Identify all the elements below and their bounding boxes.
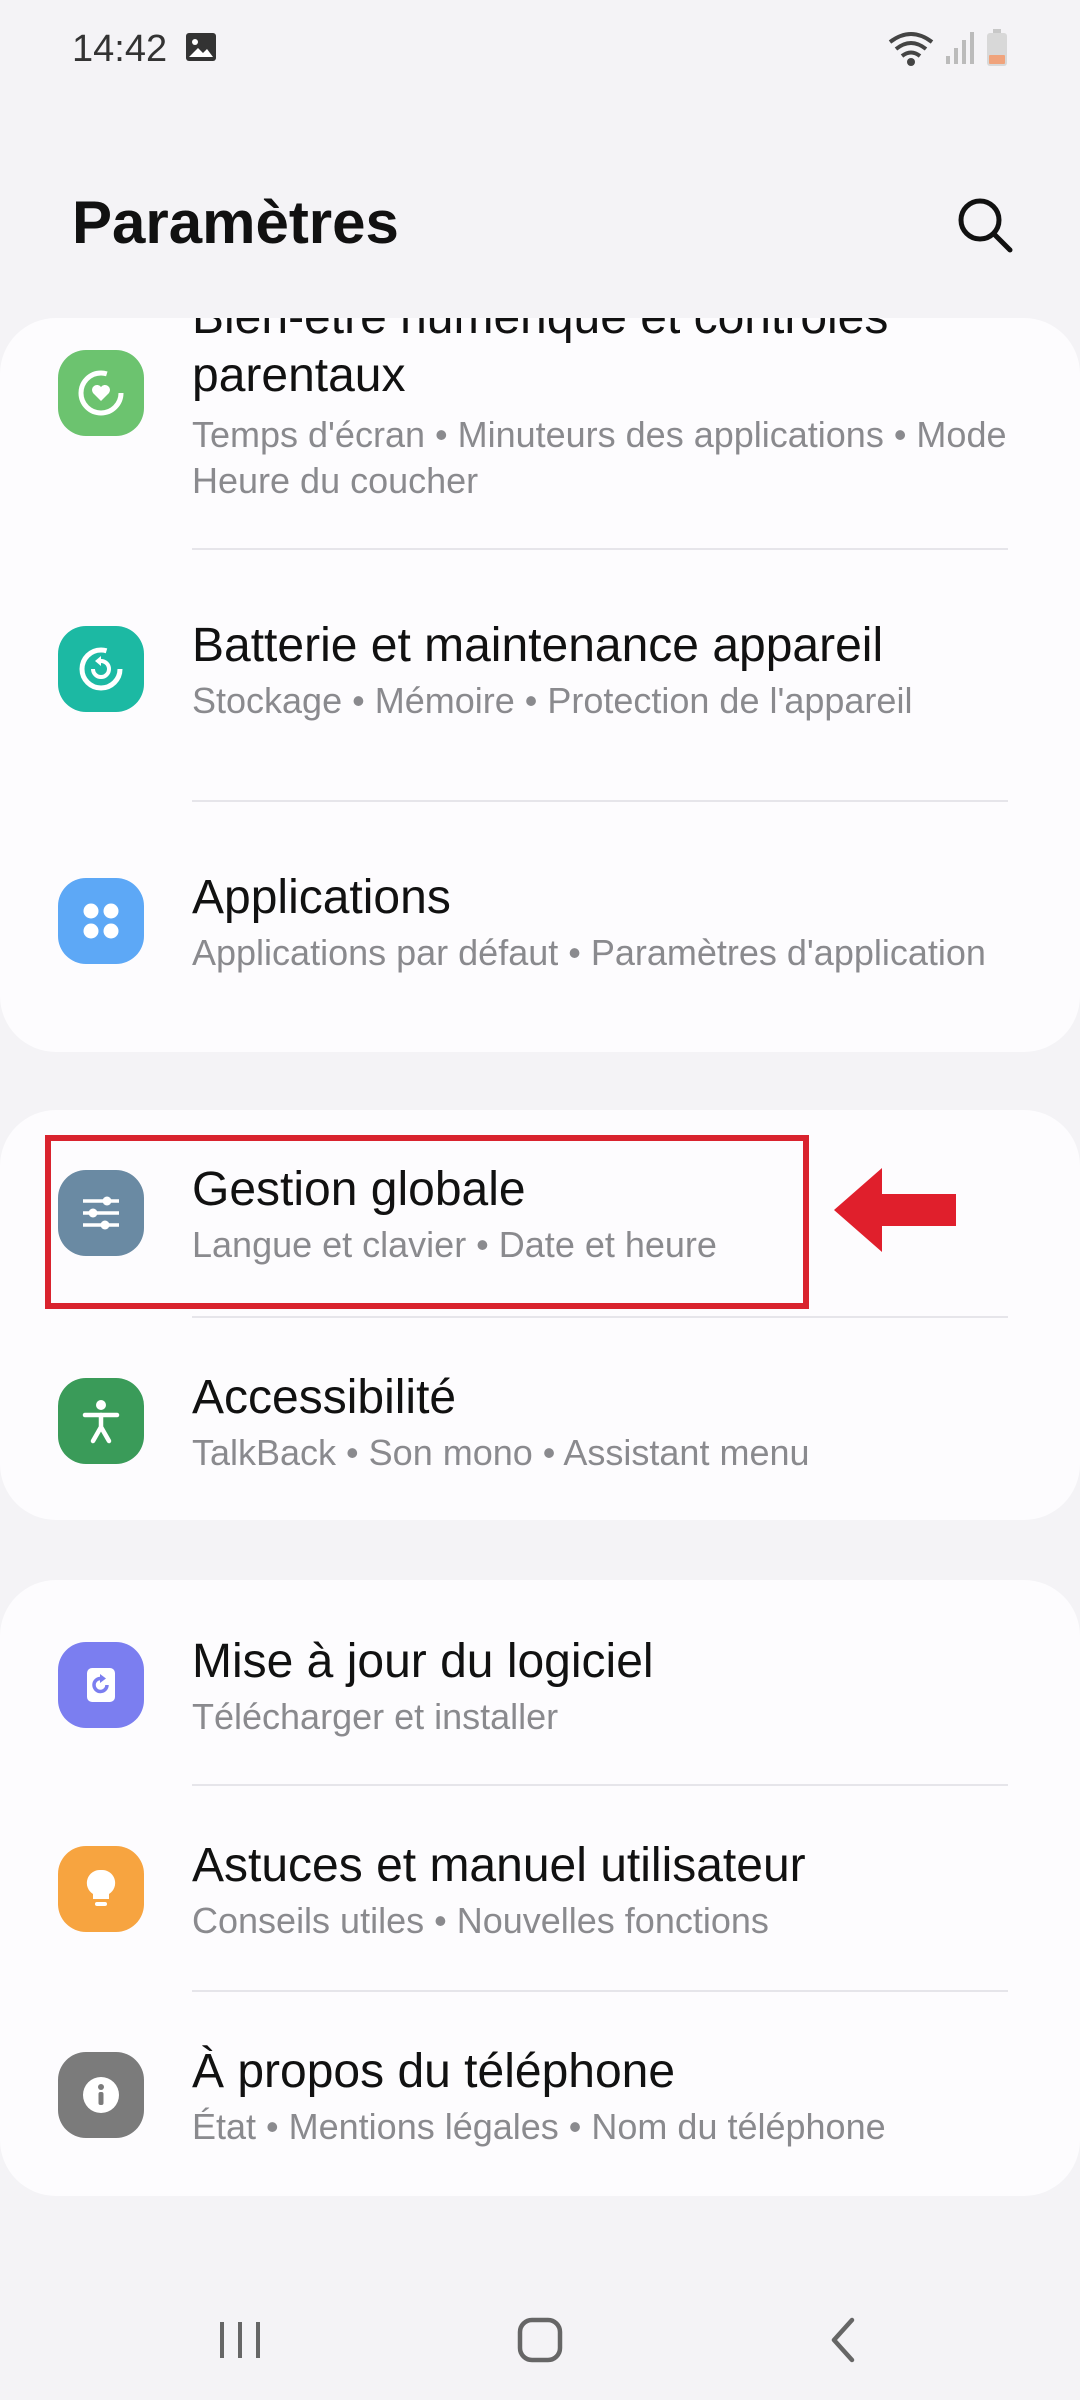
home-icon[interactable] — [500, 2300, 580, 2380]
accessibility-icon — [58, 1378, 144, 1464]
header: Paramètres — [0, 160, 1080, 290]
settings-item-title: Astuces et manuel utilisateur — [192, 1839, 806, 1892]
settings-item-title: parentaux — [192, 349, 406, 402]
status-time: 14:42 — [72, 28, 168, 70]
settings-item-title: Mise à jour du logiciel — [192, 1635, 654, 1688]
highlight-box — [45, 1135, 809, 1309]
settings-group-1: Bien-être numérique et contrôles parenta… — [0, 318, 1080, 1052]
wifi-icon — [888, 32, 934, 66]
status-icons — [886, 28, 1008, 68]
recent-apps-icon[interactable] — [200, 2300, 280, 2380]
lightbulb-icon — [58, 1846, 144, 1932]
settings-item-subtitle: Conseils utiles • Nouvelles fonctions — [192, 1900, 769, 1941]
back-icon[interactable] — [804, 2300, 884, 2380]
settings-item-tips-manual[interactable]: Astuces et manuel utilisateur Conseils u… — [0, 1786, 1080, 1990]
settings-item-about-phone[interactable]: À propos du téléphone État • Mentions lé… — [0, 1992, 1080, 2196]
settings-item-software-update[interactable]: Mise à jour du logiciel Télécharger et i… — [0, 1580, 1080, 1784]
settings-item-title: Batterie et maintenance appareil — [192, 619, 884, 672]
settings-item-subtitle: TalkBack • Son mono • Assistant menu — [192, 1432, 810, 1473]
software-update-icon — [58, 1642, 144, 1728]
settings-item-subtitle: Télécharger et installer — [192, 1696, 559, 1737]
settings-item-subtitle: État • Mentions légales • Nom du télépho… — [192, 2106, 886, 2147]
settings-item-subtitle: Applications par défaut • Paramètres d'a… — [192, 932, 986, 973]
digital-wellbeing-icon — [58, 350, 144, 436]
settings-item-title: Accessibilité — [192, 1371, 457, 1424]
apps-icon — [58, 878, 144, 964]
settings-item-applications[interactable]: Applications Applications par défaut • P… — [0, 802, 1080, 1052]
settings-item-accessibility[interactable]: Accessibilité TalkBack • Son mono • Assi… — [0, 1318, 1080, 1520]
signal-icon — [946, 32, 974, 64]
info-icon — [58, 2052, 144, 2138]
battery-care-icon — [58, 626, 144, 712]
settings-item-subtitle: Stockage • Mémoire • Protection de l'app… — [192, 680, 913, 721]
settings-item-digital-wellbeing[interactable]: Bien-être numérique et contrôles parenta… — [0, 318, 1080, 548]
status-bar: 14:42 — [0, 0, 1080, 100]
pointer-arrow-icon — [834, 1168, 956, 1252]
settings-group-3: Mise à jour du logiciel Télécharger et i… — [0, 1580, 1080, 2196]
search-icon[interactable] — [950, 190, 1020, 260]
settings-item-battery[interactable]: Batterie et maintenance appareil Stockag… — [0, 550, 1080, 800]
navigation-bar — [0, 2280, 1080, 2400]
settings-item-title: Bien-être numérique et contrôles — [192, 318, 888, 345]
page-title: Paramètres — [72, 189, 399, 256]
battery-icon — [987, 29, 1007, 66]
settings-item-title: Applications — [192, 871, 451, 924]
settings-item-title: À propos du téléphone — [192, 2045, 676, 2098]
gallery-notification-icon — [186, 33, 216, 61]
settings-item-subtitle: Temps d'écran • Minuteurs des applicatio… — [192, 414, 1007, 501]
